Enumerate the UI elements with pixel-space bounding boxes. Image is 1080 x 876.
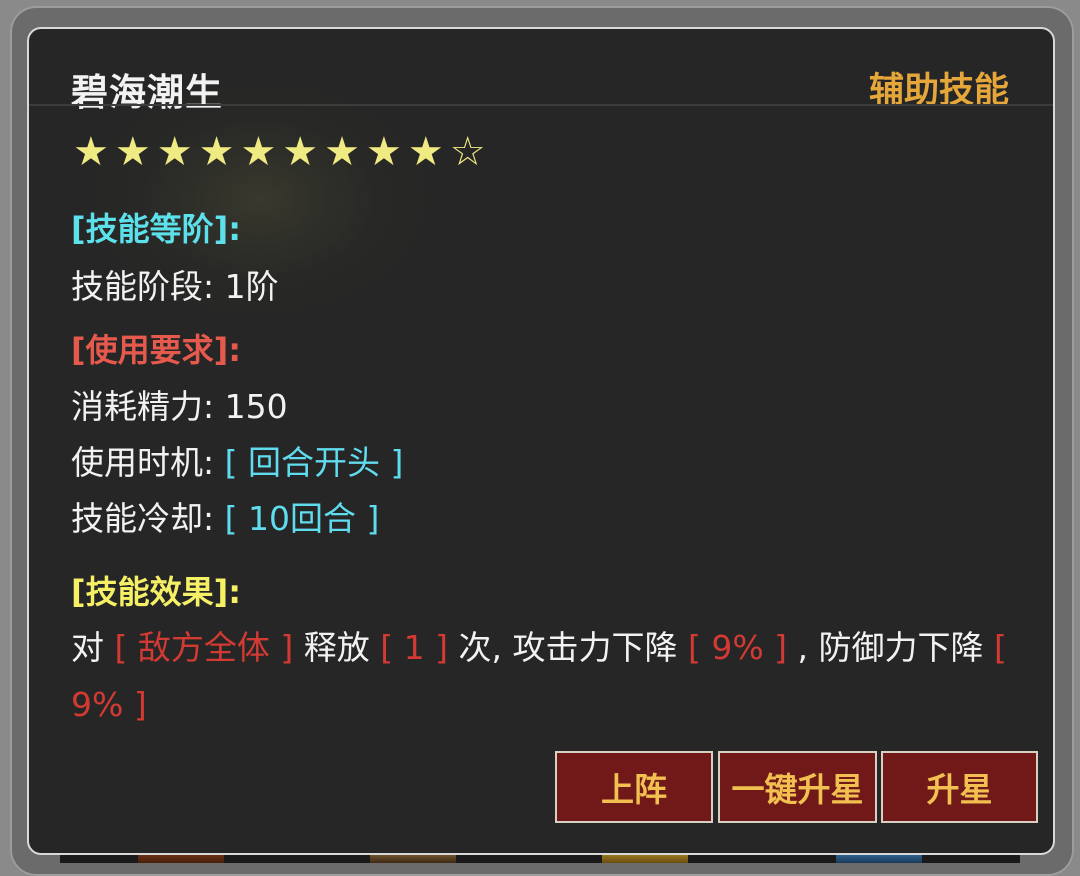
skill-name: 碧海潮生 [71,71,223,114]
rank-label: 技能阶段: [71,267,215,306]
star-rating: ★★★★★★★★★☆ [73,130,492,174]
deploy-button[interactable]: 上阵 [555,751,713,823]
energy-value: 150 [224,387,288,426]
star-filled-icon: ★ [156,129,199,175]
effect-text: 次, 攻击力下降 [458,628,678,667]
skill-detail-panel: 碧海潮生 辅助技能 ★★★★★★★★★☆ [技能等阶]: 技能阶段: 1阶 [使… [27,27,1055,855]
star-filled-icon: ★ [366,129,408,175]
energy-row: 消耗精力: 150 [71,380,288,428]
section-header-rank: [技能等阶]: [71,210,242,248]
one-click-star-up-button[interactable]: 一键升星 [718,751,877,823]
star-filled-icon: ★ [407,129,450,175]
effect-text: 释放 [303,628,370,667]
star-filled-icon: ★ [324,129,367,175]
star-filled-icon: ★ [73,129,115,175]
star-filled-icon: ★ [114,129,157,175]
energy-label: 消耗精力: [71,387,215,426]
cooldown-value: [ 10回合 ] [224,499,380,538]
star-empty-icon: ☆ [449,129,492,175]
section-header-effect: [技能效果]: [71,573,242,611]
star-filled-icon: ★ [240,129,283,175]
effect-times: [ 1 ] [380,628,448,667]
cooldown-row: 技能冷却: [ 10回合 ] [71,492,379,540]
effect-attack-down: [ 9% ] [687,628,788,667]
star-up-button[interactable]: 升星 [881,751,1038,823]
timing-value: [ 回合开头 ] [224,443,404,482]
effect-text: 对 [71,628,104,667]
star-filled-icon: ★ [198,129,241,175]
cooldown-label: 技能冷却: [71,499,215,538]
timing-row: 使用时机: [ 回合开头 ] [71,436,403,484]
effect-target: [ 敌方全体 ] [114,628,294,667]
rank-value: 1阶 [224,267,279,306]
star-filled-icon: ★ [282,129,325,175]
rank-row: 技能阶段: 1阶 [71,260,279,308]
timing-label: 使用时机: [71,443,215,482]
section-header-requirement: [使用要求]: [71,331,242,369]
effect-text: , 防御力下降 [797,628,984,667]
effect-description: 对 [ 敌方全体 ] 释放 [ 1 ] 次, 攻击力下降 [ 9% ] , 防御… [71,619,1021,733]
title-divider [29,104,1053,106]
